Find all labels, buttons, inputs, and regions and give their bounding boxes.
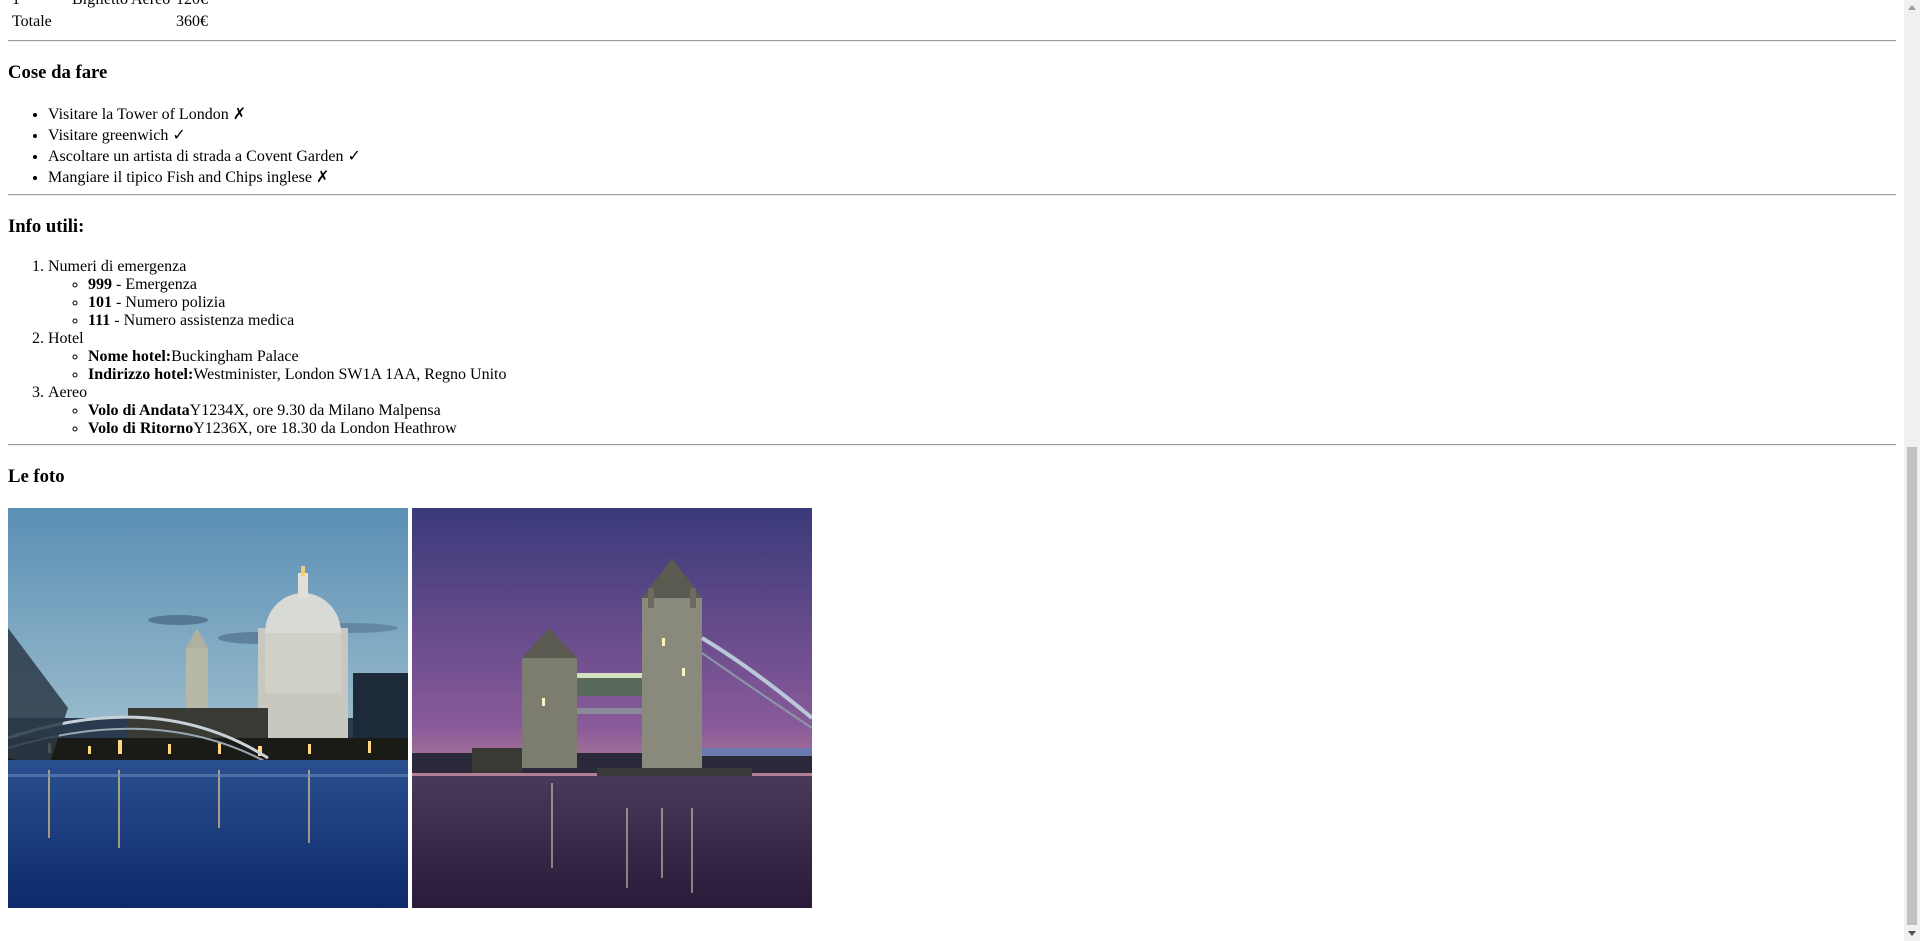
info-section-emergency: Numeri di emergenza 999 - Emergenza 101 …: [48, 258, 1896, 330]
info-section-flight: Aereo Volo di AndataY1234X, ore 9.30 da …: [48, 384, 1896, 438]
todo-text: Mangiare il tipico Fish and Chips ingles…: [48, 169, 312, 186]
entry-value: Westminister, London SW1A 1AA, Regno Uni…: [193, 366, 507, 383]
info-section-hotel: Hotel Nome hotel:Buckingham Palace Indir…: [48, 330, 1896, 384]
total-row: Totale 360€: [11, 12, 209, 32]
list-item: Nome hotel:Buckingham Palace: [88, 348, 1896, 366]
content: 1 Biglietto Aereo 120€ Totale 360€ Cose …: [8, 0, 1896, 908]
list-item: Visitare greenwich ✓: [48, 125, 1896, 146]
todo-text: Ascoltare un artista di strada a Covent …: [48, 148, 344, 165]
entry-value: Y1234X, ore 9.30 da Milano Malpensa: [189, 402, 441, 419]
st-pauls-photo: [8, 508, 408, 908]
total-label: Totale: [12, 13, 52, 30]
table-row: 1 Biglietto Aereo 120€: [11, 0, 209, 10]
tower-bridge-image: [412, 508, 812, 908]
emergency-list: 999 - Emergenza 101 - Numero polizia 111…: [48, 276, 1896, 330]
section-label: Hotel: [48, 330, 84, 347]
total-price: 360€: [176, 13, 208, 30]
list-item: Mangiare il tipico Fish and Chips ingles…: [48, 167, 1896, 188]
entry-value: - Numero assistenza medica: [110, 312, 295, 329]
info-list: Numeri di emergenza 999 - Emergenza 101 …: [8, 258, 1896, 438]
photos-heading: Le foto: [8, 466, 65, 487]
entry-value: - Emergenza: [112, 276, 197, 293]
list-item: Visitare la Tower of London ✗: [48, 104, 1896, 125]
photo-gallery: [8, 508, 1896, 908]
page: 1 Biglietto Aereo 120€ Totale 360€ Cose …: [0, 0, 1904, 908]
entry-key: Indirizzo hotel:: [88, 366, 194, 383]
entry-value: - Numero polizia: [112, 294, 226, 311]
todo-text: Visitare la Tower of London: [48, 106, 229, 123]
todo-text: Visitare greenwich: [48, 127, 169, 144]
item-cell: Biglietto Aereo: [71, 0, 173, 10]
cross-icon: ✗: [232, 106, 247, 123]
cross-icon: ✗: [315, 169, 330, 186]
entry-key: Volo di Ritorno: [88, 420, 194, 437]
list-item: 111 - Numero assistenza medica: [88, 312, 1896, 330]
todo-list: Visitare la Tower of London ✗ Visitare g…: [8, 104, 1896, 188]
list-item: Indirizzo hotel:Westminister, London SW1…: [88, 366, 1896, 384]
list-item: Volo di AndataY1234X, ore 9.30 da Milano…: [88, 402, 1896, 420]
divider: [8, 444, 1896, 446]
entry-key: 111: [88, 312, 111, 329]
entry-key: Nome hotel:: [88, 348, 172, 365]
price-cell: 120€: [175, 0, 209, 10]
entry-value: Y1236X, ore 18.30 da London Heathrow: [193, 420, 457, 437]
entry-key: 999: [88, 276, 112, 293]
section-label: Aereo: [48, 384, 88, 401]
info-heading: Info utili:: [8, 216, 85, 237]
list-item: Ascoltare un artista di strada a Covent …: [48, 146, 1896, 167]
scrollbar-thumb[interactable]: [1907, 447, 1917, 925]
todo-heading: Cose da fare: [8, 62, 108, 83]
scroll-down-icon[interactable]: [1908, 931, 1916, 936]
list-item: Volo di RitornoY1236X, ore 18.30 da Lond…: [88, 420, 1896, 438]
vertical-scrollbar[interactable]: [1904, 0, 1920, 941]
costs-table: 1 Biglietto Aereo 120€ Totale 360€: [9, 0, 211, 34]
hotel-list: Nome hotel:Buckingham Palace Indirizzo h…: [48, 348, 1896, 384]
check-icon: ✓: [172, 127, 186, 144]
list-item: 101 - Numero polizia: [88, 294, 1896, 312]
entry-key: Volo di Andata: [88, 402, 190, 419]
divider: [8, 194, 1896, 196]
tower-bridge-photo: [412, 508, 812, 908]
entry-key: 101: [88, 294, 112, 311]
flight-list: Volo di AndataY1234X, ore 9.30 da Milano…: [48, 402, 1896, 438]
scroll-up-icon[interactable]: [1908, 5, 1916, 10]
section-label: Numeri di emergenza: [48, 258, 187, 275]
list-item: 999 - Emergenza: [88, 276, 1896, 294]
check-icon: ✓: [347, 148, 361, 165]
entry-value: Buckingham Palace: [171, 348, 299, 365]
st-pauls-image: [8, 508, 408, 908]
qty-cell: 1: [11, 0, 69, 10]
divider: [8, 40, 1896, 42]
